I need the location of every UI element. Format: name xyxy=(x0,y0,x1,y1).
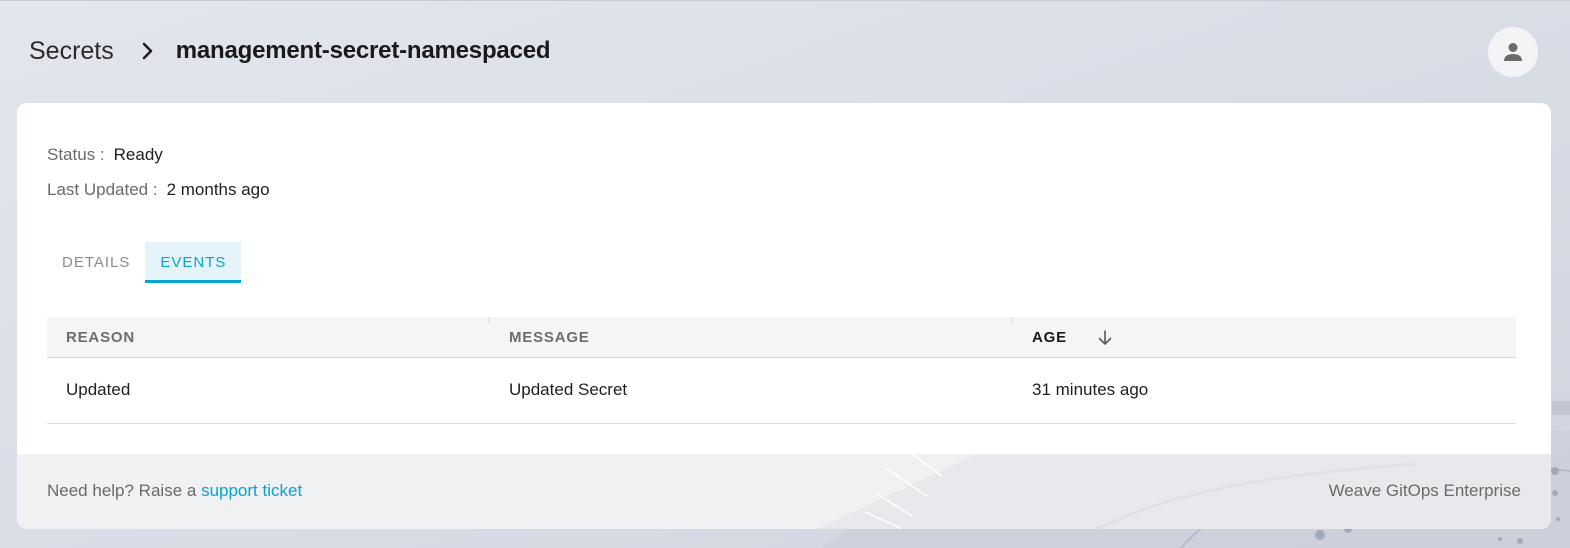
status-value: Ready xyxy=(113,145,163,164)
events-table: REASON MESSAGE AGE Updated Updated Secre… xyxy=(47,317,1516,424)
status-row: Status : Ready xyxy=(47,143,270,167)
status-label: Status : xyxy=(47,145,105,164)
cell-reason: Updated xyxy=(66,380,131,399)
secret-metadata: Status : Ready Last Updated : 2 months a… xyxy=(47,143,270,213)
chevron-right-icon xyxy=(142,42,153,60)
last-updated-value: 2 months ago xyxy=(166,180,270,199)
page-footer: Need help? Raise a support ticket Weave … xyxy=(17,454,1551,529)
help-text: Need help? Raise a support ticket xyxy=(47,481,302,501)
detail-tabs: DETAILS EVENTS xyxy=(47,242,242,283)
column-divider xyxy=(1011,317,1013,323)
table-row: Updated Updated Secret 31 minutes ago xyxy=(47,358,1516,424)
tab-details[interactable]: DETAILS xyxy=(47,242,145,283)
cell-age: 31 minutes ago xyxy=(1032,380,1149,399)
column-divider xyxy=(488,317,490,323)
breadcrumb: Secrets management-secret-namespaced xyxy=(29,34,551,68)
column-header-reason[interactable]: REASON xyxy=(66,329,135,346)
tab-events[interactable]: EVENTS xyxy=(145,242,242,283)
support-ticket-link[interactable]: support ticket xyxy=(201,481,302,500)
page-title: management-secret-namespaced xyxy=(175,37,551,64)
last-updated-row: Last Updated : 2 months ago xyxy=(47,178,270,202)
user-menu-button[interactable] xyxy=(1488,27,1538,77)
brand-label: Weave GitOps Enterprise xyxy=(1328,481,1521,500)
arrow-down-icon[interactable] xyxy=(1097,329,1113,347)
table-header: REASON MESSAGE AGE xyxy=(47,317,1516,358)
cell-message: Updated Secret xyxy=(509,380,628,399)
breadcrumb-secrets-link[interactable]: Secrets xyxy=(29,37,114,66)
person-icon xyxy=(1504,43,1522,61)
page-header: Secrets management-secret-namespaced xyxy=(0,1,1570,101)
secret-detail-card: Status : Ready Last Updated : 2 months a… xyxy=(17,103,1551,529)
column-header-message[interactable]: MESSAGE xyxy=(509,329,590,346)
help-prefix: Need help? Raise a xyxy=(47,481,197,500)
last-updated-label: Last Updated : xyxy=(47,180,158,199)
column-header-age[interactable]: AGE xyxy=(1032,329,1067,346)
